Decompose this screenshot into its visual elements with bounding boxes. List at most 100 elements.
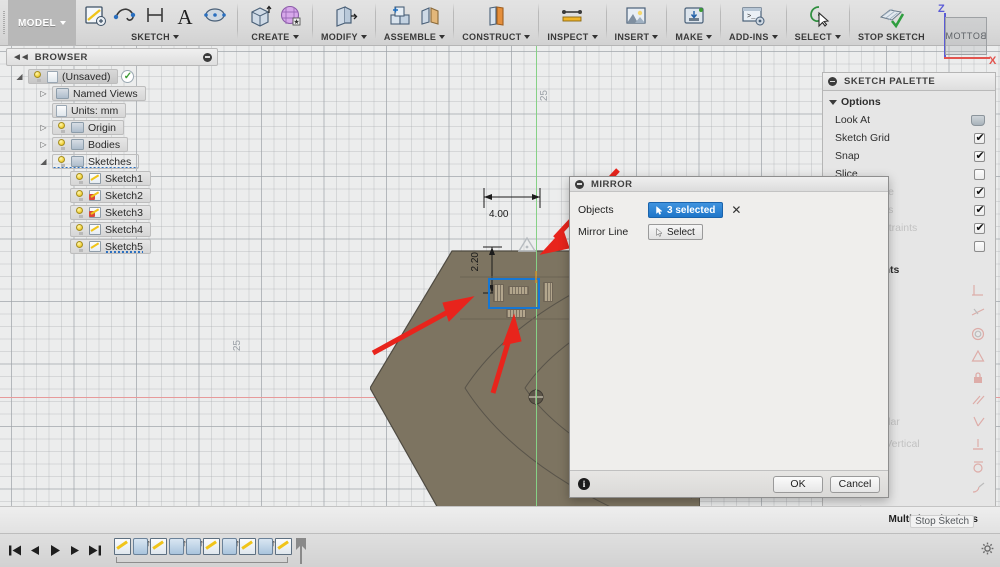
- tree-item-label-box[interactable]: Sketch1: [70, 171, 151, 186]
- 3d-print-icon[interactable]: [680, 3, 708, 31]
- create-sketch-icon[interactable]: [81, 3, 109, 31]
- step-forward-icon[interactable]: [66, 540, 84, 562]
- palette-options-icon[interactable]: [828, 77, 837, 86]
- select-lasso-icon[interactable]: [804, 3, 832, 31]
- press-pull-icon[interactable]: [330, 3, 358, 31]
- offset-plane-icon[interactable]: [482, 3, 510, 31]
- tree-item-label-box[interactable]: Units: mm: [52, 103, 127, 118]
- mirror-line-selection-button[interactable]: Select: [648, 224, 703, 240]
- tree-root-label-box[interactable]: (Unsaved): [28, 69, 119, 84]
- skip-to-start-icon[interactable]: [6, 540, 24, 562]
- expand-arrow-icon[interactable]: ▷: [38, 123, 49, 132]
- saved-check-icon[interactable]: [121, 70, 135, 83]
- expand-arrow-icon[interactable]: ◢: [38, 157, 49, 166]
- tree-item-sketch2[interactable]: Sketch2: [6, 187, 218, 204]
- skip-to-end-icon[interactable]: [86, 540, 104, 562]
- checkbox[interactable]: [974, 168, 985, 180]
- timeline-feature-extrude[interactable]: [222, 537, 240, 555]
- stop-sketch-icon[interactable]: [877, 3, 905, 31]
- new-component-icon[interactable]: [386, 3, 414, 31]
- tree-item-named-views[interactable]: ▷ Named Views: [6, 85, 218, 102]
- browser-options-icon[interactable]: [203, 52, 212, 62]
- tree-item-units-mm[interactable]: Units: mm: [6, 102, 218, 119]
- collapse-left-icon[interactable]: ◄◄: [12, 52, 30, 63]
- ok-button[interactable]: OK: [773, 475, 823, 493]
- checkbox[interactable]: [974, 185, 985, 198]
- look-at-icon[interactable]: [971, 114, 985, 126]
- cancel-button[interactable]: Cancel: [830, 475, 880, 493]
- toolbar-group-insert-label[interactable]: INSERT: [615, 32, 659, 42]
- toolbar-group-inspect-label[interactable]: INSPECT: [547, 32, 598, 42]
- expand-arrow-icon[interactable]: ▷: [38, 89, 49, 98]
- text-icon[interactable]: A: [171, 3, 199, 31]
- tree-item-sketch4[interactable]: Sketch4: [6, 221, 218, 238]
- checkbox[interactable]: [974, 131, 985, 144]
- viewcube-face[interactable]: BOTTOM: [945, 17, 987, 55]
- dimension-icon[interactable]: [141, 3, 169, 31]
- tree-item-label-box[interactable]: Sketches: [52, 154, 140, 169]
- visibility-bulb-icon[interactable]: [56, 139, 67, 150]
- expand-arrow-icon[interactable]: ▷: [38, 140, 49, 149]
- toolbar-group-assemble-label[interactable]: ASSEMBLE: [384, 32, 446, 42]
- toolbar-group-select-label[interactable]: SELECT: [795, 32, 841, 42]
- spline-icon[interactable]: [111, 3, 139, 31]
- insert-image-icon[interactable]: [622, 3, 650, 31]
- tree-item-label-box[interactable]: Named Views: [52, 86, 146, 101]
- tree-item-sketches[interactable]: ◢ Sketches: [6, 153, 218, 170]
- checkbox[interactable]: [974, 149, 985, 162]
- visibility-bulb-icon[interactable]: [74, 190, 85, 201]
- tree-item-label-box[interactable]: Sketch4: [70, 222, 151, 237]
- dialog-options-icon[interactable]: [575, 179, 584, 189]
- play-icon[interactable]: [46, 540, 64, 562]
- tree-item-label-box[interactable]: Bodies: [52, 137, 129, 152]
- timeline-feature-sketch[interactable]: [114, 537, 131, 555]
- checkbox[interactable]: [974, 240, 985, 252]
- palette-option-look-at[interactable]: Look At: [823, 111, 995, 129]
- joint-icon[interactable]: [416, 3, 444, 31]
- timeline-feature-extrude[interactable]: [186, 537, 204, 555]
- timeline-feature-extrude[interactable]: [133, 537, 151, 555]
- timeline-end-marker[interactable]: [296, 537, 306, 564]
- timeline-feature-extrude[interactable]: [169, 537, 187, 555]
- tree-item-bodies[interactable]: ▷ Bodies: [6, 136, 218, 153]
- tree-item-label-box[interactable]: Sketch3: [70, 205, 151, 220]
- workspace-switcher[interactable]: MODEL: [8, 0, 76, 46]
- tree-item-origin[interactable]: ▷ Origin: [6, 119, 218, 136]
- checkbox[interactable]: [974, 221, 985, 234]
- toolbar-group-create-label[interactable]: CREATE: [251, 32, 299, 42]
- gear-icon[interactable]: [981, 542, 994, 555]
- tree-item-label-box[interactable]: Origin: [52, 120, 125, 135]
- scripts-addins-icon[interactable]: >_: [739, 3, 767, 31]
- ellipse-icon[interactable]: [201, 3, 229, 31]
- visibility-bulb-icon[interactable]: [74, 224, 85, 235]
- toolbar-group-make-label[interactable]: MAKE: [675, 32, 713, 42]
- view-cube[interactable]: Z X BOTTOM: [923, 3, 996, 67]
- timeline-feature-sketch[interactable]: [203, 537, 220, 555]
- timeline-feature-extrude[interactable]: [258, 537, 276, 555]
- options-section-header[interactable]: Options: [823, 91, 995, 111]
- visibility-bulb-icon[interactable]: [74, 241, 85, 252]
- tree-item-sketch1[interactable]: Sketch1: [6, 170, 218, 187]
- visibility-bulb-icon[interactable]: [74, 173, 85, 184]
- visibility-bulb-icon[interactable]: [56, 156, 67, 167]
- expand-arrow-icon[interactable]: ◢: [14, 72, 25, 81]
- clear-selection-icon[interactable]: ✕: [731, 204, 741, 216]
- visibility-bulb-icon[interactable]: [32, 71, 43, 82]
- toolbar-group-modify-label[interactable]: MODIFY: [321, 32, 367, 42]
- mesh-icon[interactable]: ★: [276, 3, 304, 31]
- palette-option-sketch-grid[interactable]: Sketch Grid: [823, 129, 995, 147]
- info-icon[interactable]: i: [578, 478, 590, 490]
- step-back-icon[interactable]: [26, 540, 44, 562]
- toolbar-group-construct-label[interactable]: CONSTRUCT: [462, 32, 531, 42]
- tree-item-sketch3[interactable]: Sketch3: [6, 204, 218, 221]
- visibility-bulb-icon[interactable]: [74, 207, 85, 218]
- stop-sketch-label[interactable]: STOP SKETCH: [858, 32, 925, 42]
- extrude-icon[interactable]: [246, 3, 274, 31]
- tree-item-label-box[interactable]: Sketch2: [70, 188, 151, 203]
- toolbar-group-sketch-label[interactable]: SKETCH: [131, 32, 179, 42]
- tree-root-node[interactable]: ◢ (Unsaved): [6, 68, 218, 85]
- timeline-feature-sketch[interactable]: [275, 537, 292, 555]
- toolbar-group-addins-label[interactable]: ADD-INS: [729, 32, 778, 42]
- palette-option-snap[interactable]: Snap: [823, 147, 995, 165]
- visibility-bulb-icon[interactable]: [56, 122, 67, 133]
